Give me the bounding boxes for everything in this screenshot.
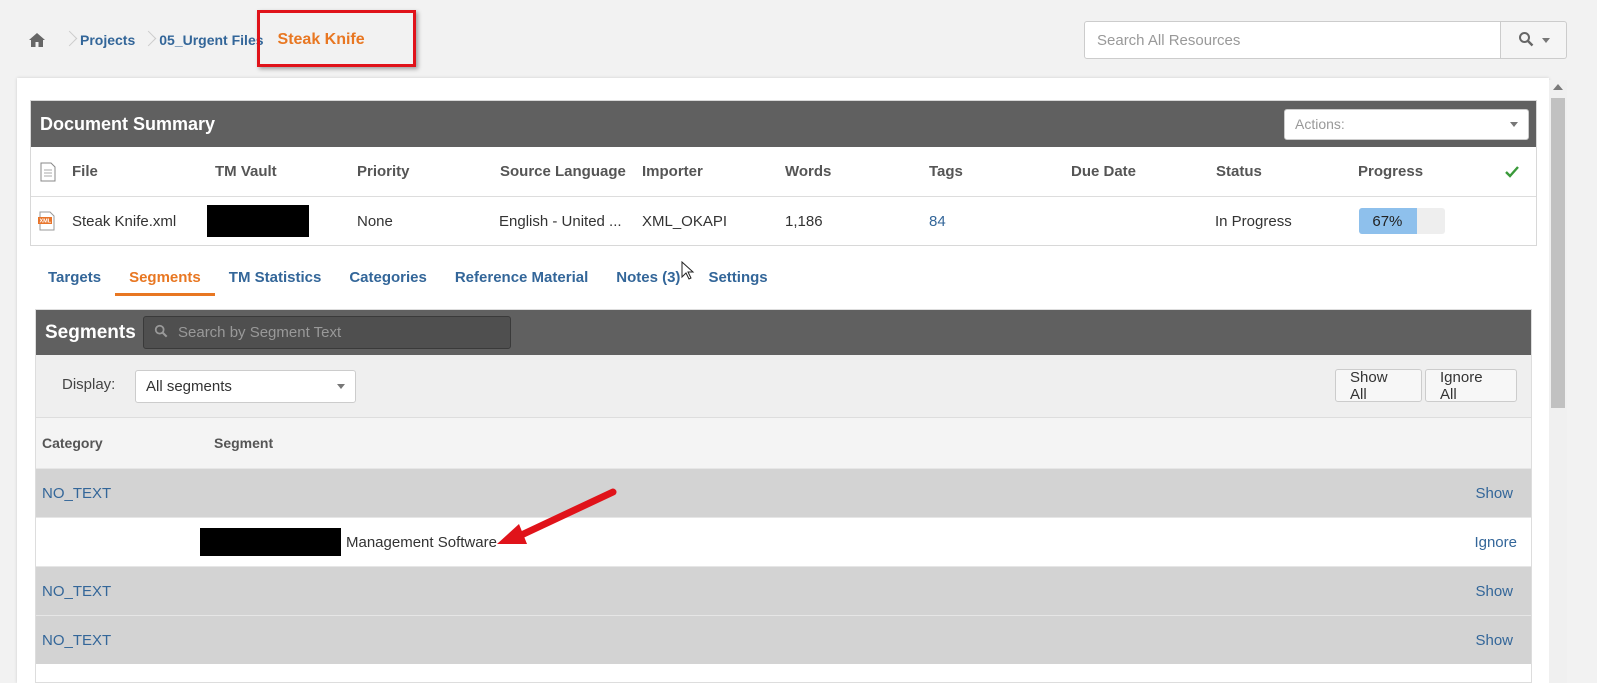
display-select-value: All segments: [146, 378, 232, 395]
xml-file-icon: XML: [37, 197, 57, 245]
mouse-cursor-icon: [681, 261, 695, 280]
segment-row: NO_TEXT Show: [36, 566, 1531, 615]
ignore-link[interactable]: Ignore: [1474, 518, 1517, 566]
scroll-thumb[interactable]: [1551, 98, 1565, 408]
document-icon: [39, 147, 57, 196]
segment-text: Management Software: [346, 533, 497, 551]
source-language-value: English - United ...: [499, 212, 622, 230]
segments-header: Segments: [36, 310, 1531, 355]
tags-link[interactable]: 84: [929, 197, 946, 245]
tab-reference-material[interactable]: Reference Material: [441, 258, 602, 296]
segment-row: NO_TEXT Show: [36, 615, 1531, 664]
column-header-file[interactable]: File: [72, 147, 98, 196]
column-header-progress[interactable]: Progress: [1358, 147, 1423, 196]
column-header-category: Category: [42, 435, 103, 451]
segments-panel: Segments Display: All segments Show All …: [35, 309, 1532, 683]
global-search: [1084, 21, 1567, 59]
breadcrumb-projects[interactable]: Projects: [80, 32, 135, 48]
column-header-due-date[interactable]: Due Date: [1071, 147, 1136, 196]
column-header-tags[interactable]: Tags: [929, 147, 963, 196]
column-header-status[interactable]: Status: [1216, 147, 1262, 196]
chevron-down-icon: [1541, 37, 1550, 43]
show-link[interactable]: Show: [1475, 616, 1513, 664]
segments-list-header: Category Segment: [36, 418, 1531, 468]
breadcrumb-urgent-files[interactable]: 05_Urgent Files: [159, 32, 263, 48]
home-icon[interactable]: [28, 31, 46, 49]
show-link[interactable]: Show: [1475, 567, 1513, 615]
display-label: Display:: [62, 376, 116, 393]
chevron-down-icon: [1510, 121, 1518, 127]
show-all-button[interactable]: Show All: [1335, 369, 1422, 403]
scroll-up-arrow[interactable]: [1553, 84, 1563, 90]
document-row: XML Steak Knife.xml None English - Unite…: [31, 197, 1536, 245]
importer-value: XML_OKAPI: [642, 212, 728, 230]
document-summary-columns: File TM Vault Priority Source Language I…: [31, 147, 1536, 197]
tab-segments[interactable]: Segments: [115, 258, 215, 296]
checkmark-icon: [1505, 147, 1519, 196]
tab-notes[interactable]: Notes (3): [602, 258, 680, 296]
search-input[interactable]: [1084, 21, 1501, 59]
status-value: In Progress: [1215, 212, 1292, 230]
top-bar: Projects 05_Urgent Files Steak Knife: [0, 0, 1597, 78]
category-value: NO_TEXT: [42, 631, 112, 649]
chevron-down-icon: [337, 384, 345, 389]
file-name[interactable]: Steak Knife.xml: [72, 197, 176, 245]
tab-settings[interactable]: Settings: [680, 258, 781, 296]
breadcrumb-separator: [62, 30, 74, 50]
progress-label: 67%: [1372, 212, 1403, 230]
segment-row: NO_TEXT Show: [36, 468, 1531, 517]
column-header-words[interactable]: Words: [785, 147, 831, 196]
annotation-highlight-box: [257, 10, 416, 67]
priority-value: None: [357, 212, 393, 230]
tab-bar: Targets Segments TM Statistics Categorie…: [34, 258, 782, 296]
document-summary: Document Summary Actions: File TM Vault …: [30, 100, 1537, 246]
redacted-block: [207, 205, 309, 237]
search-icon: [154, 324, 168, 341]
ignore-all-button[interactable]: Ignore All: [1425, 369, 1517, 403]
progress-cell: 67%: [1359, 197, 1445, 245]
search-icon: [1518, 31, 1534, 50]
column-header-importer[interactable]: Importer: [642, 147, 703, 196]
tab-targets[interactable]: Targets: [34, 258, 115, 296]
category-value: NO_TEXT: [42, 582, 112, 600]
words-value: 1,186: [785, 212, 823, 230]
show-link[interactable]: Show: [1475, 469, 1513, 517]
breadcrumb-separator: [141, 30, 153, 50]
column-header-tm-vault[interactable]: TM Vault: [215, 147, 277, 196]
segment-search-input[interactable]: [178, 324, 498, 341]
progress-bar: 67%: [1359, 208, 1445, 234]
document-summary-header: Document Summary Actions:: [31, 101, 1536, 147]
svg-text:XML: XML: [40, 219, 52, 225]
segments-title: Segments: [45, 321, 136, 343]
display-select[interactable]: All segments: [135, 370, 356, 403]
segment-row: Management Software Ignore: [36, 517, 1531, 566]
actions-dropdown-label: Actions:: [1295, 116, 1345, 132]
document-summary-title: Document Summary: [40, 113, 216, 134]
column-header-segment: Segment: [214, 435, 274, 451]
column-header-source-language[interactable]: Source Language: [500, 147, 626, 196]
tm-vault-value: [207, 197, 309, 245]
redacted-block: [200, 518, 341, 566]
column-header-priority[interactable]: Priority: [357, 147, 410, 196]
tab-tm-statistics[interactable]: TM Statistics: [215, 258, 336, 296]
segment-search: [143, 316, 511, 349]
search-button[interactable]: [1501, 21, 1567, 59]
tab-categories[interactable]: Categories: [335, 258, 441, 296]
display-filter-bar: Display: All segments Show All Ignore Al…: [36, 355, 1531, 418]
category-value: NO_TEXT: [42, 484, 112, 502]
vertical-scrollbar[interactable]: [1549, 80, 1567, 683]
actions-dropdown[interactable]: Actions:: [1284, 108, 1529, 140]
